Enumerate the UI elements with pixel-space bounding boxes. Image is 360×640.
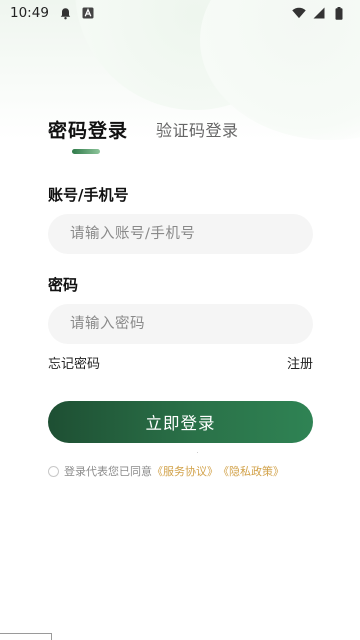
account-label: 账号/手机号	[48, 186, 129, 204]
agreement-text: 登录代表您已同意	[64, 465, 152, 478]
signal-icon	[312, 6, 326, 20]
account-input-container	[48, 214, 313, 254]
password-input-container	[48, 304, 313, 344]
password-input[interactable]	[68, 315, 293, 333]
agreement-row: 登录代表您已同意 《服务协议》 《隐私政策》	[48, 463, 284, 479]
tab-indicator	[72, 149, 100, 154]
register-link[interactable]: 注册	[287, 353, 313, 372]
tab-password-login[interactable]: 密码登录	[48, 116, 128, 143]
notification-bell-icon	[59, 6, 73, 20]
decor-dot	[197, 452, 198, 453]
agreement-checkbox[interactable]	[48, 465, 59, 477]
wifi-icon	[292, 6, 306, 20]
forgot-password-link[interactable]: 忘记密码	[48, 353, 100, 372]
status-bar: 10:49	[0, 0, 360, 26]
service-agreement-link[interactable]: 《服务协议》	[152, 463, 218, 479]
privacy-policy-link[interactable]: 《隐私政策》	[218, 463, 284, 479]
status-right-icons	[290, 6, 350, 20]
status-time: 10:49	[10, 5, 49, 21]
login-tabs: 密码登录 验证码登录	[48, 116, 239, 143]
account-input[interactable]	[68, 225, 293, 243]
login-button[interactable]: 立即登录	[48, 401, 313, 443]
bottom-edge	[0, 633, 52, 640]
link-row: 忘记密码 注册	[48, 353, 313, 372]
tab-code-login[interactable]: 验证码登录	[156, 117, 239, 141]
password-label: 密码	[48, 276, 79, 294]
app-a-icon	[81, 6, 95, 20]
battery-icon	[332, 6, 346, 20]
